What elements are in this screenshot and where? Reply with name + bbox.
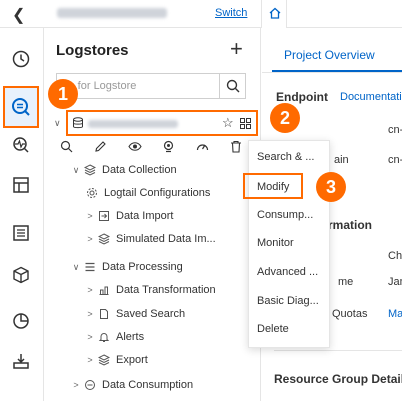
edit-icon[interactable] [94,140,107,156]
chevron-down-icon: ∨ [72,261,80,272]
manage-link-fragment[interactable]: Ma [388,308,402,320]
dashboard-icon[interactable] [10,174,32,196]
location-icon[interactable] [162,140,175,156]
logstore-name-redacted [88,120,178,128]
chevron-right-icon: > [87,211,93,221]
menu-item-basic-diagnosis[interactable]: Basic Diag... [257,295,319,307]
project-name-redacted [57,8,167,18]
logstore-actions [58,138,258,156]
consumption-icon [82,379,98,391]
document-icon [96,308,112,320]
transform-icon [96,284,112,296]
cube-icon[interactable] [10,264,32,286]
layers-icon [96,354,112,366]
add-logstore-icon[interactable]: + [230,36,243,62]
menu-item-search-analysis[interactable]: Search & ... [257,151,314,163]
panel-title: Logstores [56,42,129,59]
documentation-link[interactable]: Documentatio [340,91,402,103]
chevron-right-icon: > [87,234,93,244]
chevron-right-icon: > [87,332,93,342]
home-icon [269,7,281,19]
section-divider [274,350,402,351]
switch-link[interactable]: Switch [215,7,247,19]
monitor-search-icon[interactable] [10,134,32,156]
quotas-label: Quotas [332,308,368,320]
layers-icon [82,164,98,176]
chevron-left-icon[interactable]: ❮ [12,5,25,25]
logstore-search [56,73,246,99]
region-value-fragment: Chi [388,250,402,262]
endpoint-label: Endpoint [276,90,328,104]
search-icon[interactable] [219,74,245,98]
time-value-fragment: Jan [388,276,402,288]
tab-divider [262,72,402,73]
information-heading-fragment: rmation [328,218,373,232]
step-badge-3: 3 [316,172,346,202]
search-analyze-icon[interactable] [60,140,73,156]
endpoint-value-1: cn- [388,124,402,136]
modify-highlight [243,173,303,199]
top-bar: ❮ Switch [0,0,402,28]
chevron-down-icon: ∨ [72,164,80,175]
log-search-icon[interactable] [10,96,32,118]
trash-icon[interactable] [230,140,242,156]
endpoint-value-2: cn- [388,154,402,166]
layers-icon [96,233,112,245]
import-icon [96,210,112,222]
home-tab[interactable] [261,0,287,28]
list-icon [82,261,98,273]
eye-icon[interactable] [128,140,142,156]
step-badge-2: 2 [270,103,300,133]
icon-rail [0,28,44,401]
search-input[interactable] [57,74,212,98]
time-label-fragment: me [338,276,354,288]
resource-group-heading: Resource Group Detail [274,372,402,386]
gear-icon [84,187,100,199]
menu-item-consumption[interactable]: Consump... [257,209,313,221]
tab-project-overview[interactable]: Project Overview [284,48,375,62]
chevron-right-icon: > [73,380,79,390]
pie-chart-icon[interactable] [10,310,32,332]
star-icon[interactable]: ☆ [222,115,234,131]
list-document-icon[interactable] [10,222,32,244]
tree-data-consumption[interactable]: > Data Consumption [70,374,286,396]
chevron-right-icon: > [87,355,93,365]
logstore-row[interactable]: ☆ [66,110,258,136]
menu-item-delete[interactable]: Delete [257,323,289,335]
archive-download-icon[interactable] [10,350,32,372]
bell-icon [96,331,112,343]
menu-item-advanced[interactable]: Advanced ... [257,266,318,278]
chevron-right-icon: > [87,309,93,319]
chevron-down-icon[interactable]: ∨ [54,118,61,129]
logstores-panel: Logstores + ∨ ☆ ∨ Data Collection Logtai… [44,28,261,401]
gauge-icon[interactable] [196,140,209,156]
database-icon [73,117,83,129]
grid-menu-icon[interactable] [240,118,251,129]
clock-icon[interactable] [10,48,32,70]
logstore-context-menu: Search & ... Modify Consump... Monitor A… [248,140,330,348]
menu-item-monitor[interactable]: Monitor [257,237,294,249]
chevron-right-icon: > [87,285,93,295]
domain-label-fragment: ain [334,154,349,166]
step-badge-1: 1 [48,79,78,109]
